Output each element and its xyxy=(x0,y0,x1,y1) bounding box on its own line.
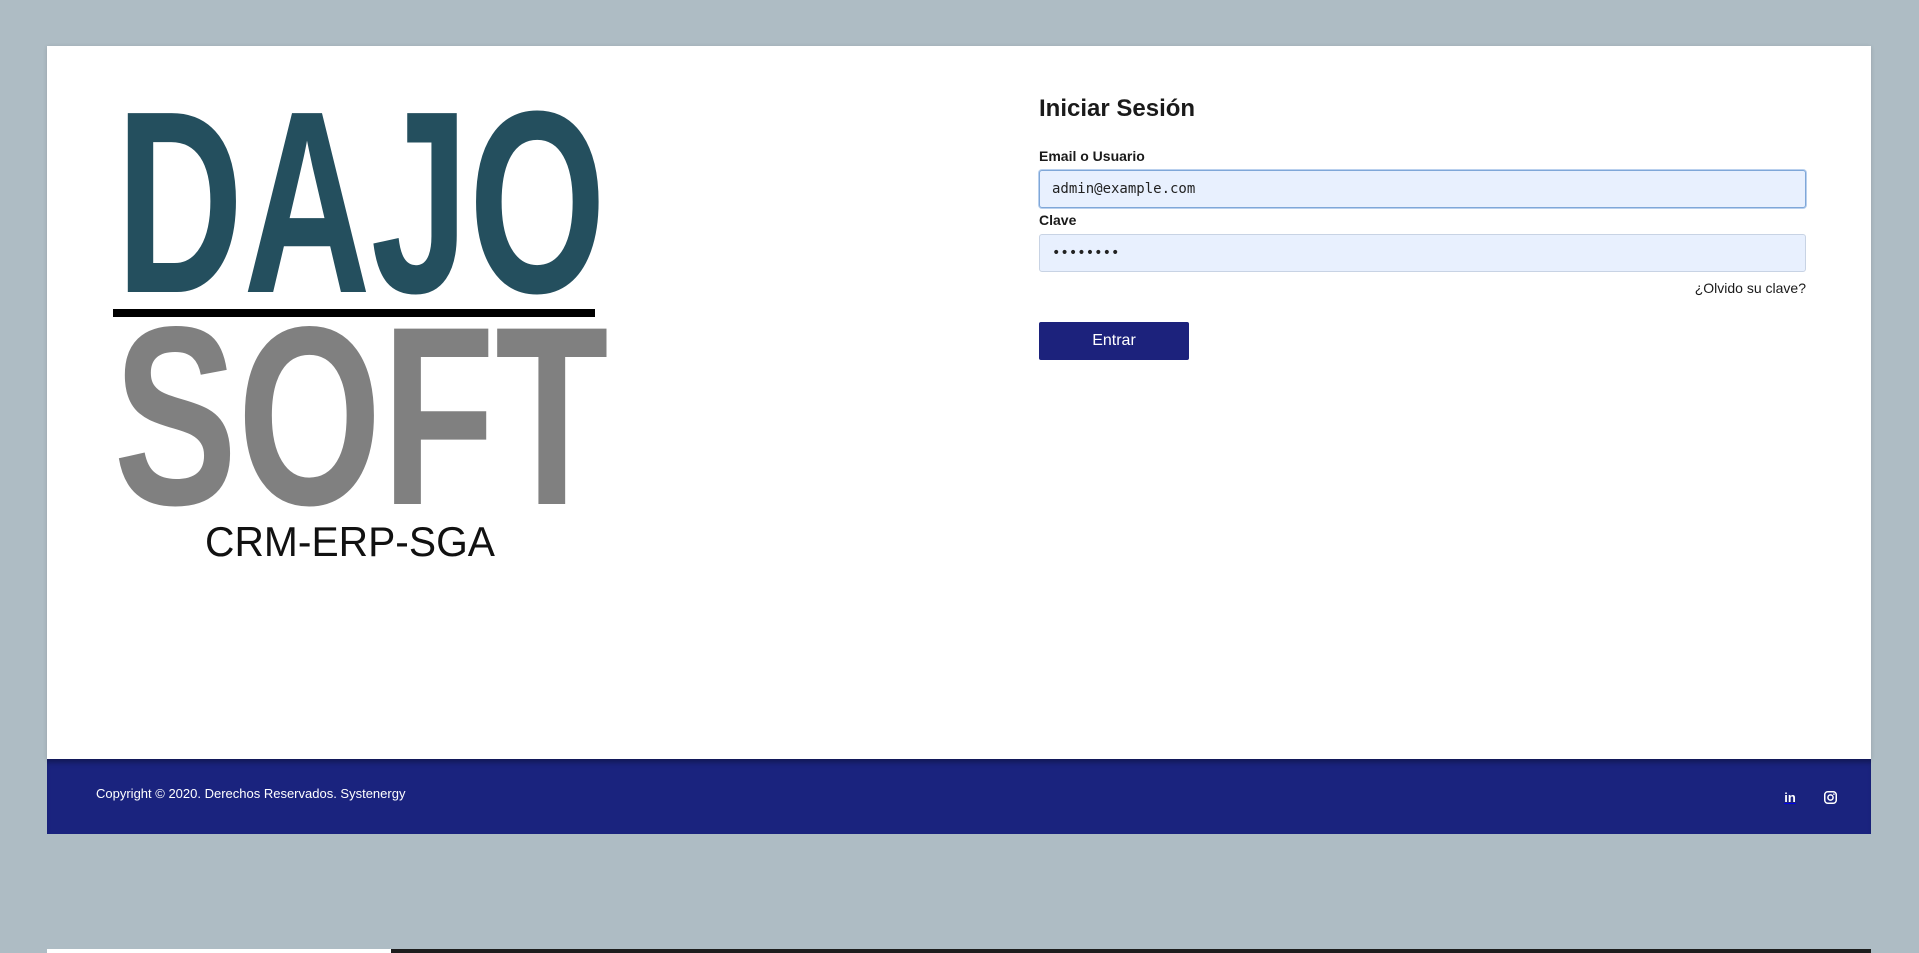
linkedin-label: in xyxy=(1784,789,1796,805)
bottom-strip-right xyxy=(391,949,1871,953)
email-input[interactable] xyxy=(1039,170,1806,208)
password-input[interactable] xyxy=(1039,234,1806,272)
login-card: DAJO SOFT CRM-ERP-SGA Iniciar Sesión Ema… xyxy=(47,46,1871,759)
copyright-text: Copyright © 2020. Derechos Reservados. S… xyxy=(96,786,406,801)
linkedin-icon[interactable]: in xyxy=(1780,787,1800,807)
login-form: Iniciar Sesión Email o Usuario Clave ¿Ol… xyxy=(1039,92,1806,360)
instagram-glyph xyxy=(1823,790,1837,804)
bottom-strip-left xyxy=(47,949,391,953)
email-label: Email o Usuario xyxy=(1039,148,1145,164)
dajosoft-logo: DAJO SOFT CRM-ERP-SGA xyxy=(113,88,609,565)
login-button[interactable]: Entrar xyxy=(1039,322,1189,360)
forgot-password-link[interactable]: ¿Olvido su clave? xyxy=(1695,280,1806,296)
logo-line2: SOFT xyxy=(114,274,609,559)
logo-tagline: CRM-ERP-SGA xyxy=(205,518,495,565)
login-title: Iniciar Sesión xyxy=(1039,95,1196,122)
forgot-row: ¿Olvido su clave? xyxy=(1039,280,1806,296)
instagram-icon[interactable] xyxy=(1820,787,1840,807)
footer: Copyright © 2020. Derechos Reservados. S… xyxy=(47,759,1871,834)
bottom-strip xyxy=(47,949,1871,953)
password-label: Clave xyxy=(1039,212,1077,228)
